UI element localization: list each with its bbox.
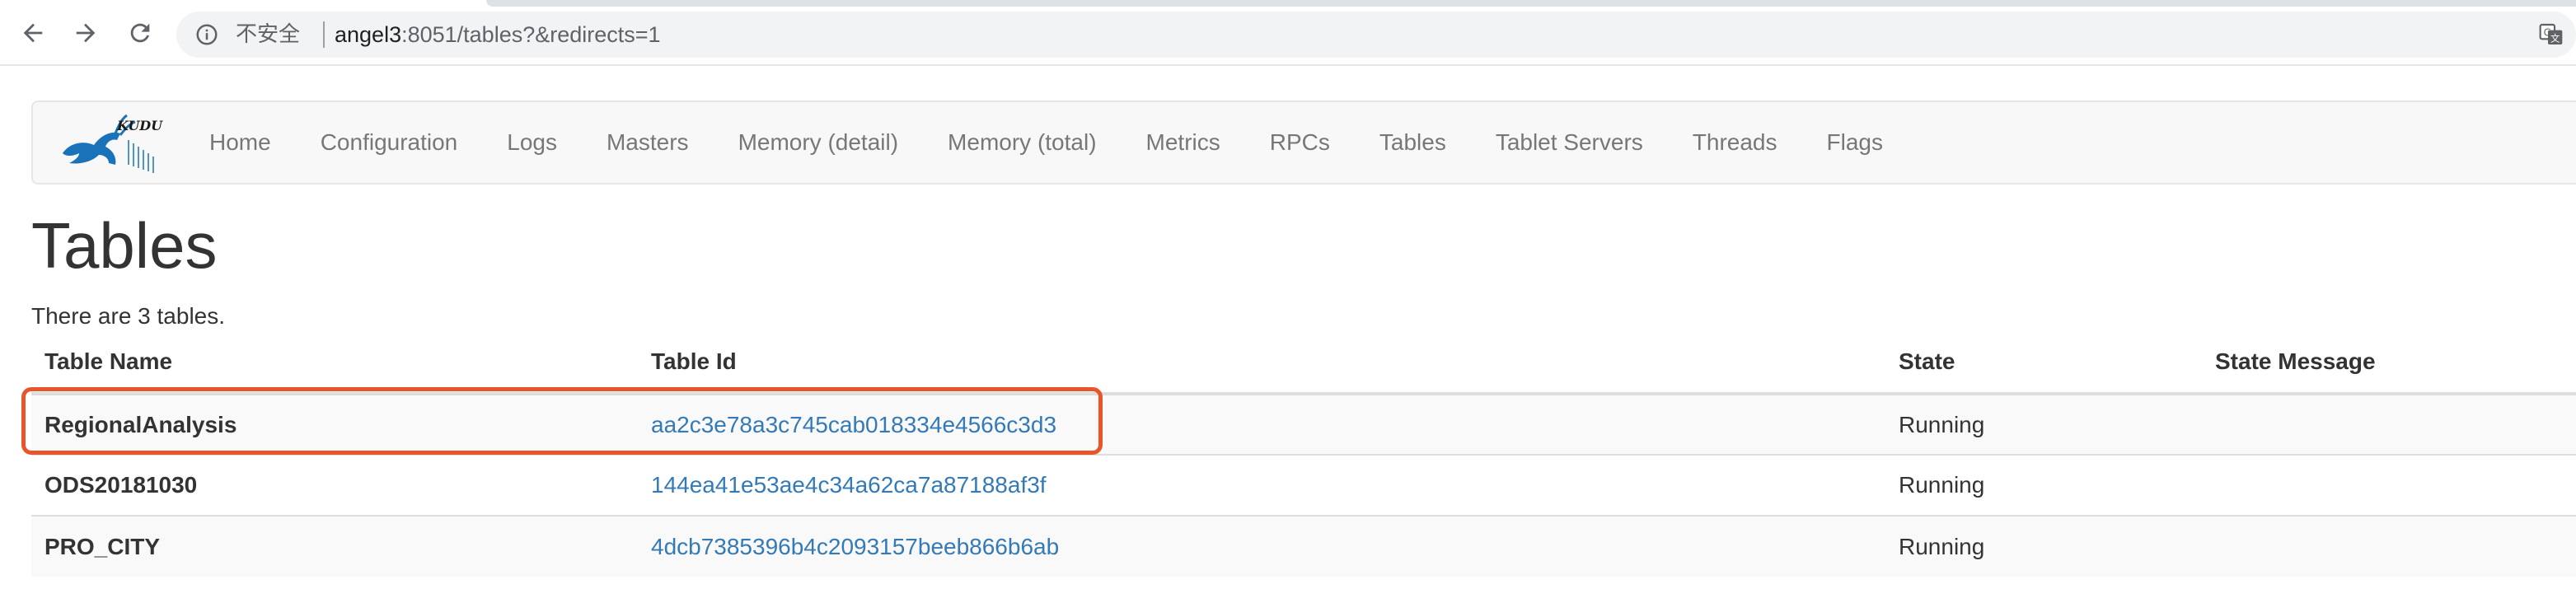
header-table-id: Table Id: [638, 331, 1885, 395]
state-message-cell: [2202, 515, 2576, 577]
table-name-cell: ODS20181030: [31, 454, 638, 516]
arrow-left-icon: [23, 23, 43, 43]
state-message-cell: [2202, 393, 2576, 455]
address-divider: [323, 21, 325, 48]
tables-table: Table Name Table Id State State Message …: [31, 331, 2576, 577]
table-header-row: Table Name Table Id State State Message: [31, 331, 2576, 395]
nav-link-metrics[interactable]: Metrics: [1146, 129, 1220, 156]
nav-link-tablet-servers[interactable]: Tablet Servers: [1496, 129, 1643, 156]
arrow-right-icon: [76, 23, 96, 43]
browser-toolbar: 不安全 angel3:8051/tables?&redirects=1 G 文: [0, 0, 2576, 66]
tables-summary: There are 3 tables.: [31, 303, 226, 329]
nav-link-home[interactable]: Home: [209, 129, 271, 156]
nav-link-memory-detail[interactable]: Memory (detail): [738, 129, 898, 156]
state-cell: Running: [1885, 393, 2202, 455]
nav-link-memory-total[interactable]: Memory (total): [948, 129, 1096, 156]
state-cell: Running: [1885, 515, 2202, 577]
back-button[interactable]: [15, 15, 51, 51]
header-state: State: [1885, 331, 2202, 395]
url-host: angel3: [335, 22, 402, 47]
header-state-message: State Message: [2202, 331, 2576, 395]
svg-text:文: 文: [2550, 33, 2560, 44]
url-text[interactable]: angel3:8051/tables?&redirects=1: [335, 21, 661, 48]
kudu-navbar: KUDU Home Configuration Logs Masters Mem…: [31, 100, 2576, 185]
brand-text: KUDU: [116, 118, 163, 133]
state-cell: Running: [1885, 454, 2202, 516]
tab-strip: [486, 0, 2576, 7]
info-circle-icon[interactable]: [194, 22, 219, 47]
nav-link-configuration[interactable]: Configuration: [321, 129, 458, 156]
table-id-link[interactable]: aa2c3e78a3c745cab018334e4566c3d3: [638, 393, 1885, 455]
url-path: :8051/tables?&redirects=1: [401, 22, 661, 47]
header-table-name: Table Name: [31, 331, 638, 395]
nav-link-tables[interactable]: Tables: [1379, 129, 1446, 156]
nav-links: Home Configuration Logs Masters Memory (…: [209, 102, 1932, 183]
nav-link-logs[interactable]: Logs: [507, 129, 557, 156]
reload-button[interactable]: [122, 15, 158, 51]
nav-link-threads[interactable]: Threads: [1693, 129, 1777, 156]
translate-icon[interactable]: G 文: [2538, 21, 2564, 48]
table-row: RegionalAnalysis aa2c3e78a3c745cab018334…: [31, 393, 2576, 455]
table-row: PRO_CITY 4dcb7385396b4c2093157beeb866b6a…: [31, 515, 2576, 577]
table-row: ODS20181030 144ea41e53ae4c34a62ca7a87188…: [31, 454, 2576, 516]
address-bar[interactable]: 不安全 angel3:8051/tables?&redirects=1 G 文: [176, 12, 2576, 58]
state-message-cell: [2202, 454, 2576, 516]
nav-link-rpcs[interactable]: RPCs: [1270, 129, 1330, 156]
reload-icon: [130, 23, 150, 43]
nav-link-masters[interactable]: Masters: [607, 129, 689, 156]
page-title: Tables: [31, 209, 218, 282]
table-name-cell: PRO_CITY: [31, 515, 638, 577]
table-name-cell: RegionalAnalysis: [31, 393, 638, 455]
kudu-logo[interactable]: KUDU: [58, 112, 165, 176]
security-status[interactable]: 不安全: [236, 21, 300, 48]
table-id-link[interactable]: 144ea41e53ae4c34a62ca7a87188af3f: [638, 454, 1885, 516]
forward-button[interactable]: [68, 15, 104, 51]
table-id-link[interactable]: 4dcb7385396b4c2093157beeb866b6ab: [638, 515, 1885, 577]
nav-link-flags[interactable]: Flags: [1827, 129, 1883, 156]
